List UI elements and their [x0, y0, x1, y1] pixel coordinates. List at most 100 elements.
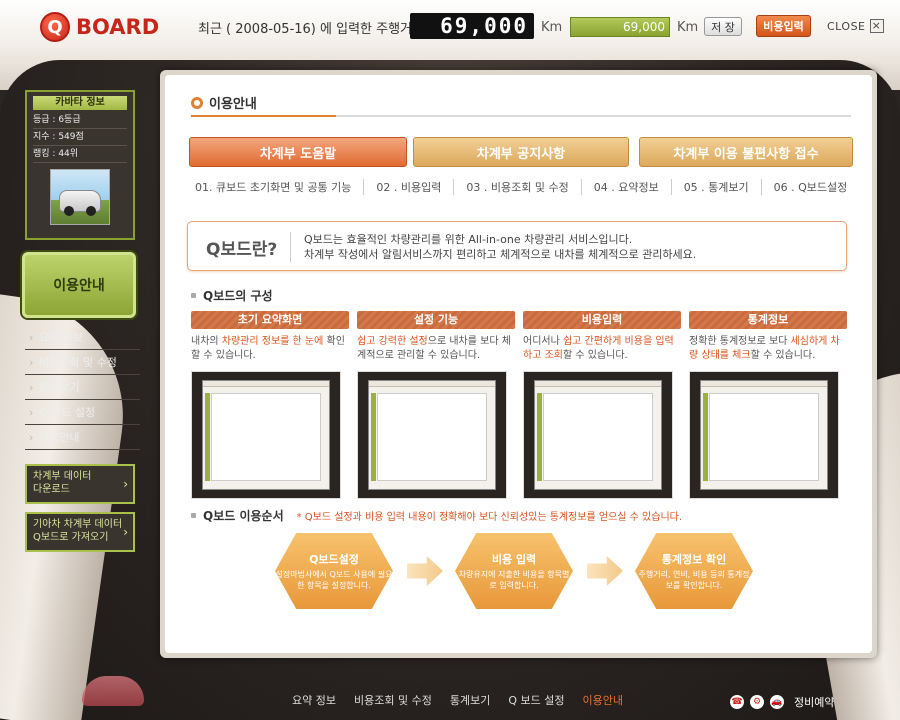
page-title: 이용안내: [191, 93, 257, 112]
bottom-nav-cost-search[interactable]: 비용조회 및 수정: [354, 692, 432, 708]
composition-col-summary: 초기 요약화면 내차의 차량관리 정보를 한 눈에 확인할 수 있습니다.: [191, 311, 349, 499]
composition-col-statistics: 통계정보 정확한 통계정보로 보다 세심하게 차량 상태를 체크할 수 있습니다…: [689, 311, 847, 499]
subnav-item-06[interactable]: 06 . Q보드설정: [760, 179, 860, 195]
sidebar-item-summary[interactable]: 요약 정보: [25, 325, 140, 350]
chevron-right-icon: ›: [123, 477, 128, 491]
screenshot-summary: [191, 371, 341, 499]
col-head: 초기 요약화면: [191, 311, 349, 329]
flow-step-settings: Q보드설정 설정마법사에서 Q보드 사용에 필요한 항목을 설정합니다.: [275, 533, 393, 609]
avatar-car-image: [50, 169, 110, 225]
import-data-line1: 기아차 차계부 데이터: [33, 519, 123, 530]
subnav-item-01[interactable]: 01. 큐보드 초기화면 및 공통 기능: [195, 179, 363, 195]
tab-complaints[interactable]: 차계부 이용 불편사항 접수: [639, 137, 853, 167]
sidebar-item-usage-guide[interactable]: 이용안내: [25, 425, 140, 450]
screenshot-frame: [534, 380, 662, 490]
flow-step-title: Q보드설정: [309, 553, 359, 566]
screenshot-frame: [368, 380, 496, 490]
toy-car-decoration: [82, 676, 144, 706]
bottom-nav-statistics[interactable]: 통계보기: [450, 692, 490, 708]
order-heading-text: Q보드 이용순서: [203, 509, 284, 523]
bottom-nav-usage-guide[interactable]: 이용안내: [582, 692, 622, 708]
tab-notices[interactable]: 차계부 공지사항: [413, 137, 629, 167]
screenshot-cost-input: [523, 371, 673, 499]
phone-icon: ☎: [730, 695, 744, 709]
col-desc: 어디서나 쉽고 간편하게 비용을 입력하고 조회할 수 있습니다.: [523, 335, 681, 365]
qboard-logo[interactable]: Q BOARD: [40, 12, 159, 42]
col-desc: 내차의 차량관리 정보를 한 눈에 확인할 수 있습니다.: [191, 335, 349, 365]
main-panel-content: 이용안내 차계부 도움말 차계부 공지사항 차계부 이용 불편사항 접수 01.…: [165, 75, 872, 653]
close-icon: ×: [869, 19, 884, 33]
title-divider: [191, 115, 851, 117]
chevron-right-icon: ›: [123, 525, 128, 539]
qbox-line-1: Q보드는 효율적인 차량관리를 위한 All-in-one 차량관리 서비스입니…: [304, 233, 633, 246]
screenshot-content: [377, 393, 487, 481]
flow-step-cost-input: 비용 입력 차량유지에 지출한 비용을 항목별로 입력합니다.: [455, 533, 573, 609]
close-button[interactable]: CLOSE ×: [827, 19, 884, 33]
logo-text: BOARD: [76, 15, 160, 39]
screenshot-settings: [357, 371, 507, 499]
sidebar-item-statistics[interactable]: 통계보기: [25, 375, 140, 400]
avatar-title: 카바타 정보: [33, 96, 127, 110]
section-bullet-icon: [191, 293, 196, 298]
qboard-intro-box: Q보드란? Q보드는 효율적인 차량관리를 위한 All-in-one 차량관리…: [187, 221, 847, 271]
save-button[interactable]: 저 장: [704, 17, 742, 36]
main-panel: 이용안내 차계부 도움말 차계부 공지사항 차계부 이용 불편사항 접수 01.…: [160, 70, 877, 658]
col-desc: 쉽고 강력한 설정으로 내차를 보다 체계적으로 관리할 수 있습니다.: [357, 335, 515, 365]
screenshot-frame: [700, 380, 828, 490]
flow-step-desc: 주행거리, 연비, 비용 등의 통계정보를 확인합니다.: [638, 570, 750, 590]
composition-heading: Q보드의 구성: [191, 287, 273, 304]
recent-mileage-label: 최근 ( 2008-05-16) 에 입력한 주행거리 :: [198, 22, 433, 37]
col-desc-a: 정확한 통계정보로 보다: [689, 336, 791, 347]
col-head: 비용입력: [523, 311, 681, 329]
screenshot-content: [709, 393, 819, 481]
avatar-info-panel: 카바타 정보 등급 : 6등급 지수 : 549점 랭킹 : 44위: [25, 90, 135, 240]
bottom-nav-qboard-settings[interactable]: Q 보드 설정: [508, 692, 564, 708]
sidebar-item-cost-search[interactable]: 비용조회 및 수정: [25, 350, 140, 375]
col-head: 통계정보: [689, 311, 847, 329]
help-subnav: 01. 큐보드 초기화면 및 공통 기능 02 . 비용입력 03 . 비용조회…: [195, 179, 855, 195]
screenshot-sidebar: [371, 393, 376, 481]
download-data-button[interactable]: 차계부 데이터 다운로드 ›: [25, 464, 135, 504]
arrow-right-icon: [407, 556, 443, 586]
col-desc-b: 할 수 있습니다.: [562, 350, 628, 361]
avatar-grade: 등급 : 6등급: [33, 112, 127, 129]
car-icon: 🚗: [770, 695, 784, 709]
screenshot-topbar: [535, 381, 661, 387]
flow-step-statistics: 통계정보 확인 주행거리, 연비, 비용 등의 통계정보를 확인합니다.: [635, 533, 753, 609]
sidebar-menu: 요약 정보 비용조회 및 수정 통계보기 Q 보드 설정 이용안내: [25, 325, 140, 450]
col-head: 설정 기능: [357, 311, 515, 329]
col-desc-a: 내차의: [191, 336, 222, 347]
screenshot-content: [543, 393, 653, 481]
qbox-divider: [290, 232, 291, 262]
gear-icon: ⚙: [750, 695, 764, 709]
car-icon: [59, 190, 101, 216]
service-reservation-label: 정비예약: [794, 696, 835, 709]
screenshot-sidebar: [537, 393, 542, 481]
service-reservation[interactable]: ☎ ⚙ 🚗 정비예약: [730, 694, 834, 710]
bottom-nav: 요약 정보 비용조회 및 수정 통계보기 Q 보드 설정 이용안내: [292, 692, 623, 708]
screenshot-content: [211, 393, 321, 481]
order-note: * Q보드 설정과 비용 입력 내용이 정확해야 보다 신뢰성있는 통계정보를 …: [296, 512, 683, 523]
screenshot-sidebar: [703, 393, 708, 481]
screenshot-statistics: [689, 371, 839, 499]
bottom-nav-summary[interactable]: 요약 정보: [292, 692, 336, 708]
import-kia-data-button[interactable]: 기아차 차계부 데이터 Q보드로 가져오기 ›: [25, 512, 135, 552]
col-desc-b: 할 수 있습니다.: [750, 350, 816, 361]
download-data-line2: 다운로드: [33, 484, 70, 495]
title-bullet-icon: [191, 96, 203, 109]
screenshot-topbar: [203, 381, 329, 387]
subnav-item-05[interactable]: 05 . 통계보기: [670, 179, 761, 195]
subnav-item-04[interactable]: 04 . 요약정보: [580, 179, 671, 195]
subnav-item-02[interactable]: 02 . 비용입력: [363, 179, 453, 195]
sidebar-main-usage-guide[interactable]: 이용안내: [22, 252, 136, 318]
mileage-input[interactable]: [570, 17, 670, 37]
flow-step-desc: 설정마법사에서 Q보드 사용에 필요한 항목을 설정합니다.: [275, 570, 393, 590]
screenshot-frame: [202, 380, 330, 490]
subnav-item-03[interactable]: 03 . 비용조회 및 수정: [453, 179, 580, 195]
flow-step-title: 통계정보 확인: [661, 553, 727, 566]
avatar-ranking: 랭킹 : 44위: [33, 146, 127, 163]
sidebar-item-qboard-settings[interactable]: Q 보드 설정: [25, 400, 140, 425]
col-desc-highlight: 차량관리 정보를 한 눈에: [221, 336, 324, 347]
cost-input-button[interactable]: 비용입력: [756, 15, 811, 37]
tab-help[interactable]: 차계부 도움말: [189, 137, 407, 167]
